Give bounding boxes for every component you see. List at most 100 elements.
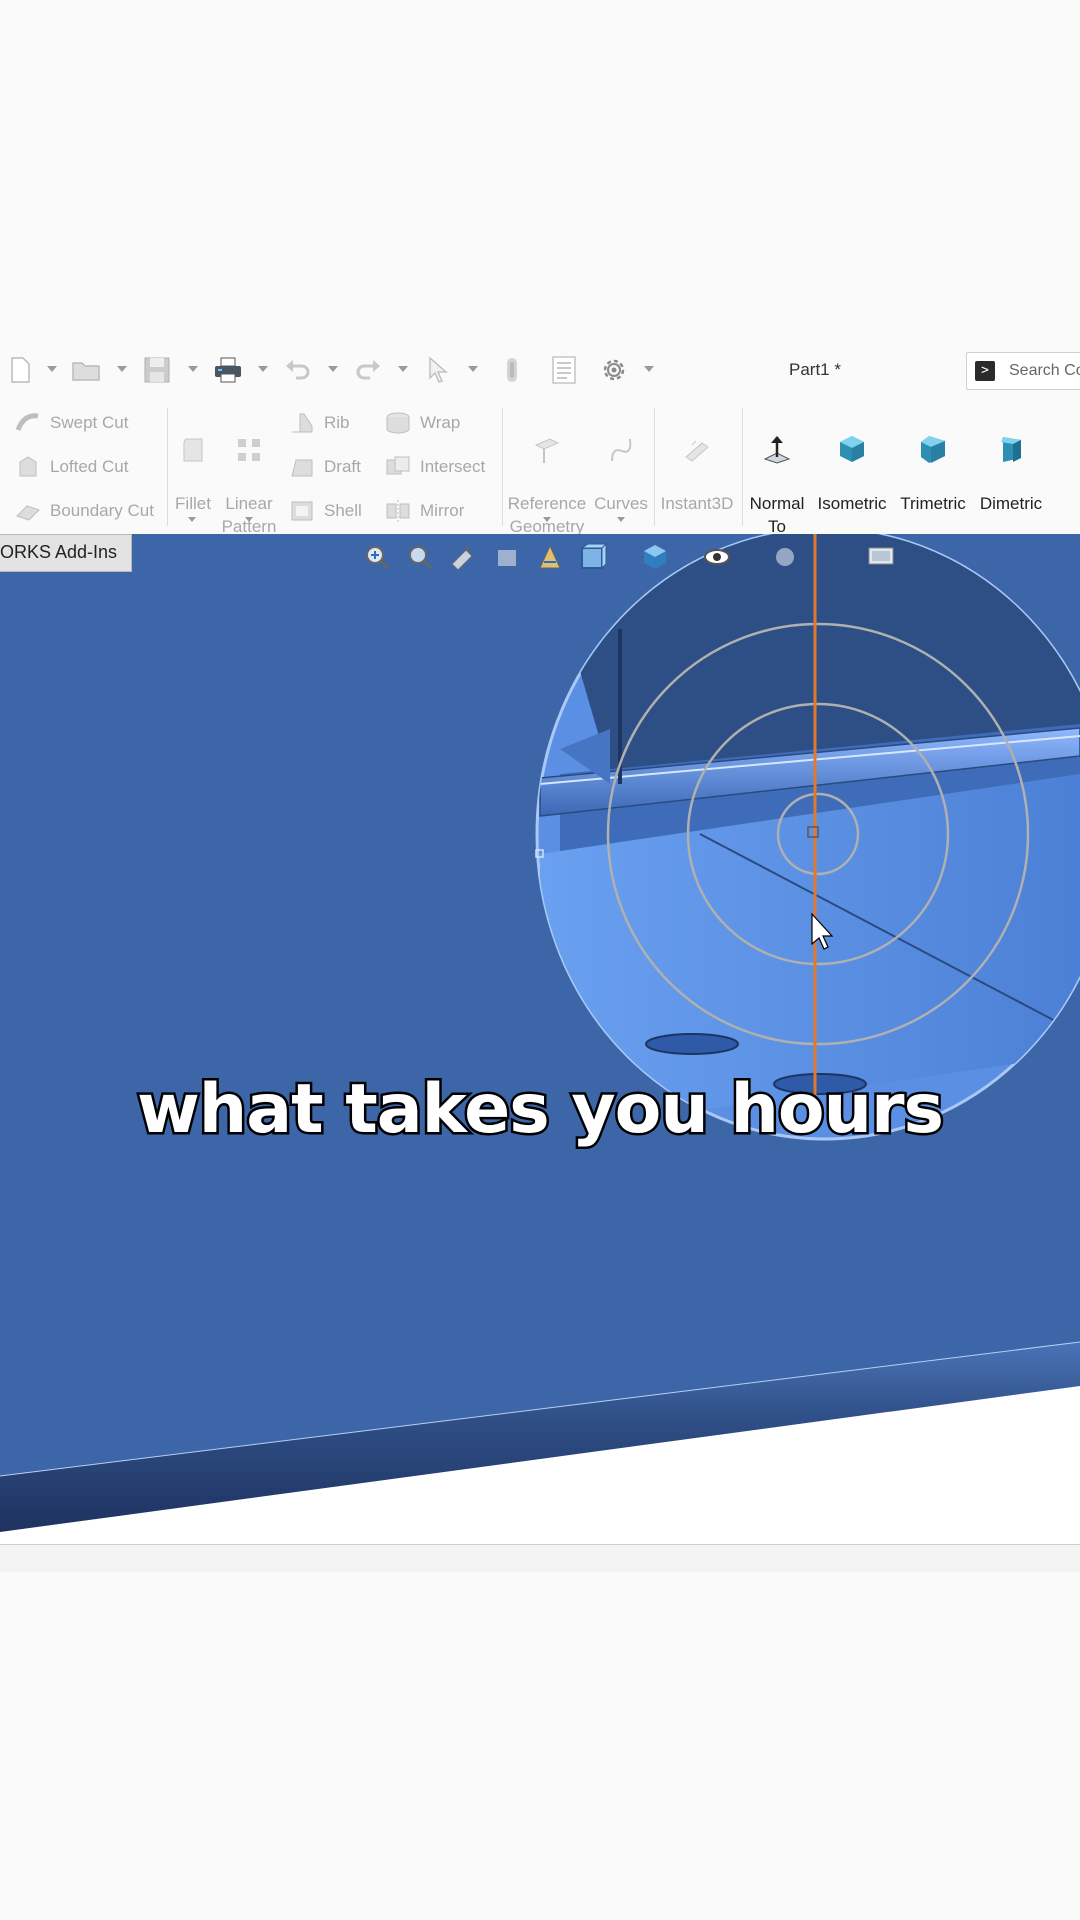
rib-icon [292,413,313,433]
boundary-cut-icon [16,505,40,521]
gear-icon[interactable] [598,354,630,386]
search-commands-input[interactable]: > Search Commands [966,352,1080,390]
open-dropdown-icon[interactable] [117,366,127,372]
lofted-cut-icon [19,456,37,477]
dynamic-annotation-icon[interactable] [534,542,564,572]
video-caption: what takes you hours [134,1068,946,1152]
dimetric-cube-icon [1001,437,1021,462]
view-orientation-icon[interactable] [578,542,608,572]
print-dropdown-icon[interactable] [258,366,268,372]
intersect-icon [386,456,410,475]
addins-tab-label: ORKS Add-Ins [0,542,118,562]
section-view-icon[interactable] [492,542,522,572]
fillet-dropdown-icon[interactable] [188,517,196,522]
isometric-view-button[interactable]: Isometric [812,410,892,515]
quick-access-toolbar: Part1 * > Search Commands [0,340,1080,401]
mirror-icon [386,500,410,522]
trimetric-view-button[interactable]: Trimetric [896,410,970,515]
edit-appearance-icon[interactable] [770,542,800,572]
hide-show-items-icon[interactable] [702,542,732,572]
wrap-label: Wrap [420,413,461,432]
ribbon-separator [742,408,743,526]
normal-to-icon [763,436,791,464]
mirror-button[interactable]: Mirror [384,496,464,526]
wrap-icon [386,412,410,434]
normal-to-view-button[interactable]: Normal To [746,410,808,538]
mirror-label: Mirror [420,501,465,520]
draft-label: Draft [324,457,361,476]
new-dropdown-icon[interactable] [47,366,57,372]
lofted-cut-label: Lofted Cut [50,457,129,476]
redo-icon[interactable] [352,354,384,386]
ribbon-separator [167,408,168,526]
select-pointer-icon[interactable] [422,354,454,386]
rib-button[interactable]: Rib [288,408,350,438]
swept-cut-label: Swept Cut [50,413,129,432]
shell-button[interactable]: Shell [288,496,362,526]
boundary-cut-button[interactable]: Boundary Cut [14,496,154,526]
previous-view-icon[interactable] [448,542,478,572]
ribbon-separator [502,408,503,526]
dimetric-label: Dimetric [979,494,1043,513]
reference-geometry-dropdown-icon[interactable] [543,517,551,522]
instant3d-button[interactable]: Instant3D [658,412,736,515]
print-icon[interactable] [212,354,244,386]
new-document-icon[interactable] [4,354,36,386]
isometric-cube-icon [840,436,864,462]
model-view [0,534,1080,1532]
trimetric-cube-icon [921,436,945,463]
lofted-cut-button[interactable]: Lofted Cut [14,452,128,482]
fillet-button[interactable]: Fillet [172,412,214,515]
linear-pattern-label: Linear Pattern [221,494,277,536]
status-bar [0,1544,1080,1574]
rebuild-icon[interactable] [496,354,528,386]
options-dropdown-icon[interactable] [644,366,654,372]
intersect-label: Intersect [420,457,486,476]
curves-icon [611,438,632,462]
view-settings-icon[interactable] [866,542,896,572]
save-icon[interactable] [141,354,173,386]
instant3d-label: Instant3D [660,494,734,513]
isometric-label: Isometric [817,494,887,513]
reference-geometry-icon [534,438,560,463]
curves-label: Curves [594,494,648,513]
draft-icon [291,459,313,477]
status-bar-lower [0,1572,1080,1580]
linear-pattern-icon [238,439,260,461]
redo-dropdown-icon[interactable] [398,366,408,372]
graphics-viewport[interactable]: ORKS Add-Ins what takes you hours [0,534,1080,1544]
rib-label: Rib [324,413,350,432]
swept-cut-button[interactable]: Swept Cut [14,408,128,438]
file-properties-icon[interactable] [548,354,580,386]
shell-label: Shell [324,501,362,520]
draft-button[interactable]: Draft [288,452,361,482]
solidworks-window: Part1 * > Search Commands Swept Cut Loft… [0,340,1080,1580]
curves-dropdown-icon[interactable] [617,517,625,522]
curves-button[interactable]: Curves [592,412,650,515]
wrap-button[interactable]: Wrap [384,408,460,438]
document-title: Part1 * [789,360,841,379]
command-manager-ribbon: Swept Cut Lofted Cut Boundary Cut Fillet… [0,400,1080,538]
search-placeholder: Search Commands [1009,362,1080,379]
boundary-cut-label: Boundary Cut [50,501,154,520]
shell-icon [291,501,313,521]
reference-geometry-label: Reference Geometry [507,494,587,536]
tab-solidworks-addins[interactable]: ORKS Add-Ins [0,534,133,572]
trimetric-label: Trimetric [900,494,966,513]
intersect-button[interactable]: Intersect [384,452,485,482]
undo-dropdown-icon[interactable] [328,366,338,372]
save-dropdown-icon[interactable] [188,366,198,372]
linear-pattern-dropdown-icon[interactable] [245,517,253,522]
display-style-icon[interactable] [640,542,670,572]
fillet-label: Fillet [175,494,211,513]
swept-cut-icon [15,413,39,431]
undo-icon[interactable] [282,354,314,386]
normal-to-label: Normal To [749,494,805,536]
zoom-to-area-icon[interactable] [405,542,435,572]
dimetric-view-button[interactable]: Dimetric [974,410,1048,515]
ribbon-separator [654,408,655,526]
zoom-to-fit-icon[interactable] [362,542,392,572]
command-prompt-icon: > [975,361,995,381]
open-folder-icon[interactable] [70,354,102,386]
select-dropdown-icon[interactable] [468,366,478,372]
